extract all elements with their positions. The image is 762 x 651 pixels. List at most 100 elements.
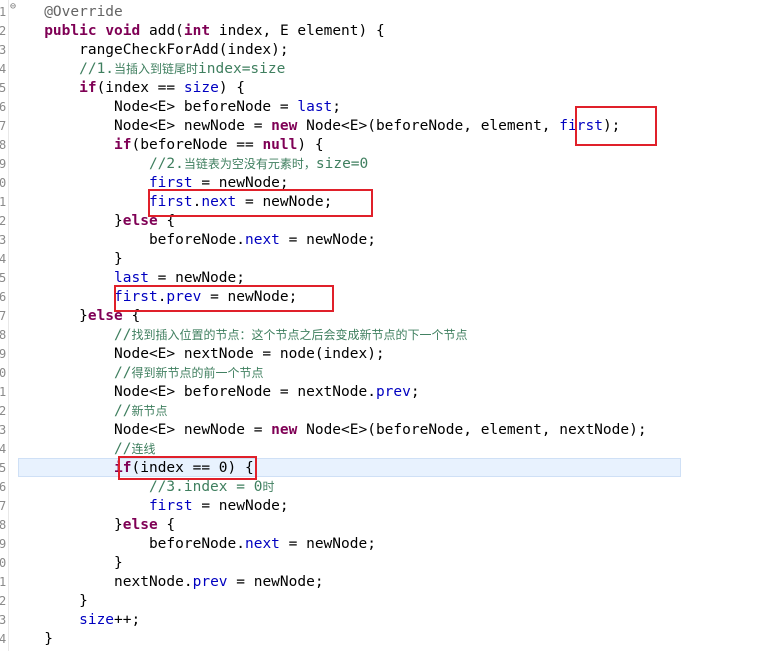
code-line[interactable]: 5 last = newNode;: [0, 269, 762, 288]
code-line[interactable]: 2 public void add(int index, E element) …: [0, 22, 762, 41]
code-text[interactable]: rangeCheckForAdd(index);: [18, 41, 289, 60]
code-token: if: [79, 80, 97, 96]
code-text[interactable]: if(index == 0) {: [18, 459, 254, 478]
code-line[interactable]: 7 first = newNode;: [0, 497, 762, 516]
code-text[interactable]: }: [18, 630, 53, 649]
code-token: index, E element) {: [210, 23, 385, 39]
code-text[interactable]: nextNode.prev = newNode;: [18, 573, 324, 592]
code-token: if: [114, 460, 132, 476]
code-line[interactable]: 1 ⊖ @Override: [0, 1, 762, 22]
code-token: rangeCheckForAdd(index);: [79, 42, 289, 58]
code-token: //3.index = 0: [148, 479, 263, 495]
code-text[interactable]: }: [18, 592, 88, 611]
code-line[interactable]: 9 Node<E> nextNode = node(index);: [0, 345, 762, 364]
code-editor[interactable]: 1 ⊖ @Override 2 public void add(int index,…: [0, 0, 762, 651]
code-text[interactable]: first.next = newNode;: [18, 193, 332, 212]
code-token: first: [559, 118, 603, 134]
code-token: else: [122, 517, 158, 533]
code-text[interactable]: if(index == size) {: [18, 79, 245, 98]
code-line[interactable]: 6 Node<E> beforeNode = last;: [0, 98, 762, 117]
code-text[interactable]: Node<E> beforeNode = nextNode.prev;: [18, 383, 420, 402]
code-text[interactable]: }else {: [18, 212, 175, 231]
code-line[interactable]: 4 }: [0, 630, 762, 649]
code-text[interactable]: first = newNode;: [18, 174, 289, 193]
code-line[interactable]: 4 //连线: [0, 440, 762, 459]
code-line[interactable]: 0 first = newNode;: [0, 174, 762, 193]
code-line[interactable]: 5 if(index == 0) {: [0, 459, 762, 478]
code-line[interactable]: 8 }else {: [0, 516, 762, 535]
line-number: 1: [0, 5, 7, 19]
code-text[interactable]: size++;: [18, 611, 140, 630]
code-token: 新节点: [131, 404, 168, 418]
code-token: next: [244, 232, 280, 248]
line-number: 1: [0, 195, 7, 209]
code-token: //1.: [79, 61, 115, 77]
code-text[interactable]: last = newNode;: [18, 269, 245, 288]
code-line[interactable]: 9 //2.当链表为空没有元素时，size=0: [0, 155, 762, 174]
code-token: //: [114, 403, 132, 419]
line-number: 7: [0, 119, 7, 133]
code-text[interactable]: //得到新节点的前一个节点: [18, 364, 263, 383]
code-text[interactable]: beforeNode.next = newNode;: [18, 535, 376, 554]
code-line[interactable]: 1 Node<E> beforeNode = nextNode.prev;: [0, 383, 762, 402]
code-text[interactable]: //连线: [18, 440, 155, 459]
code-token: {: [157, 213, 176, 229]
code-line[interactable]: 7 }else {: [0, 307, 762, 326]
code-line[interactable]: 0 }: [0, 554, 762, 573]
code-line[interactable]: 6 first.prev = newNode;: [0, 288, 762, 307]
code-text[interactable]: }else {: [18, 516, 175, 535]
code-token: Node<E> beforeNode = nextNode.: [114, 384, 376, 400]
code-line[interactable]: 8 if(beforeNode == null) {: [0, 136, 762, 155]
code-text[interactable]: Node<E> newNode = new Node<E>(beforeNode…: [18, 421, 647, 440]
code-token: }: [114, 213, 123, 229]
code-line[interactable]: 6 //3.index = 0时: [0, 478, 762, 497]
line-number: 0: [0, 366, 7, 380]
code-line[interactable]: 1 first.next = newNode;: [0, 193, 762, 212]
code-line[interactable]: 7 Node<E> newNode = new Node<E>(beforeNo…: [0, 117, 762, 136]
code-text[interactable]: first = newNode;: [18, 497, 289, 516]
code-line[interactable]: 3 Node<E> newNode = new Node<E>(beforeNo…: [0, 421, 762, 440]
code-line[interactable]: 4 }: [0, 250, 762, 269]
line-number: 1: [0, 575, 7, 589]
line-number: 5: [0, 461, 7, 475]
line-number: 2: [0, 594, 7, 608]
code-text[interactable]: first.prev = newNode;: [18, 288, 297, 307]
code-text[interactable]: //3.index = 0时: [18, 478, 275, 497]
code-text[interactable]: //新节点: [18, 402, 168, 421]
code-text[interactable]: public void add(int index, E element) {: [18, 22, 385, 41]
code-text[interactable]: }: [18, 554, 123, 573]
code-token: ++;: [114, 612, 141, 628]
code-line[interactable]: 3 beforeNode.next = newNode;: [0, 231, 762, 250]
code-text[interactable]: Node<E> nextNode = node(index);: [18, 345, 385, 364]
code-text[interactable]: }: [18, 250, 123, 269]
code-text[interactable]: //找到插入位置的节点：这个节点之后会变成新节点的下一个节点: [18, 326, 467, 345]
fold-toggle-icon[interactable]: ⊖: [10, 1, 16, 12]
code-line[interactable]: 4 //1.当插入到链尾时index=size: [0, 60, 762, 79]
code-line[interactable]: 0 //得到新节点的前一个节点: [0, 364, 762, 383]
code-text[interactable]: //2.当链表为空没有元素时，size=0: [18, 155, 368, 174]
code-text[interactable]: @Override: [18, 3, 123, 22]
code-token: if: [114, 137, 132, 153]
code-text[interactable]: Node<E> beforeNode = last;: [18, 98, 341, 117]
code-line[interactable]: 1 nextNode.prev = newNode;: [0, 573, 762, 592]
code-text[interactable]: Node<E> newNode = new Node<E>(beforeNode…: [18, 117, 620, 136]
code-token: first: [148, 498, 193, 514]
code-text[interactable]: beforeNode.next = newNode;: [18, 231, 376, 250]
code-line[interactable]: 3 rangeCheckForAdd(index);: [0, 41, 762, 60]
code-text[interactable]: if(beforeNode == null) {: [18, 136, 324, 155]
code-token: null: [262, 137, 298, 153]
line-number: 9: [0, 157, 7, 171]
code-token: (index == 0) {: [131, 460, 254, 476]
code-line[interactable]: 9 beforeNode.next = newNode;: [0, 535, 762, 554]
code-line[interactable]: 2 }else {: [0, 212, 762, 231]
code-line[interactable]: 5 if(index == size) {: [0, 79, 762, 98]
code-line[interactable]: 8 //找到插入位置的节点：这个节点之后会变成新节点的下一个节点: [0, 326, 762, 345]
code-line[interactable]: 3 size++;: [0, 611, 762, 630]
code-text[interactable]: //1.当插入到链尾时index=size: [18, 60, 285, 79]
code-line[interactable]: 2 //新节点: [0, 402, 762, 421]
code-token: }: [44, 631, 53, 647]
code-text[interactable]: }else {: [18, 307, 140, 326]
code-line[interactable]: 2 }: [0, 592, 762, 611]
code-token: ) {: [297, 137, 324, 153]
code-token: }: [79, 308, 88, 324]
